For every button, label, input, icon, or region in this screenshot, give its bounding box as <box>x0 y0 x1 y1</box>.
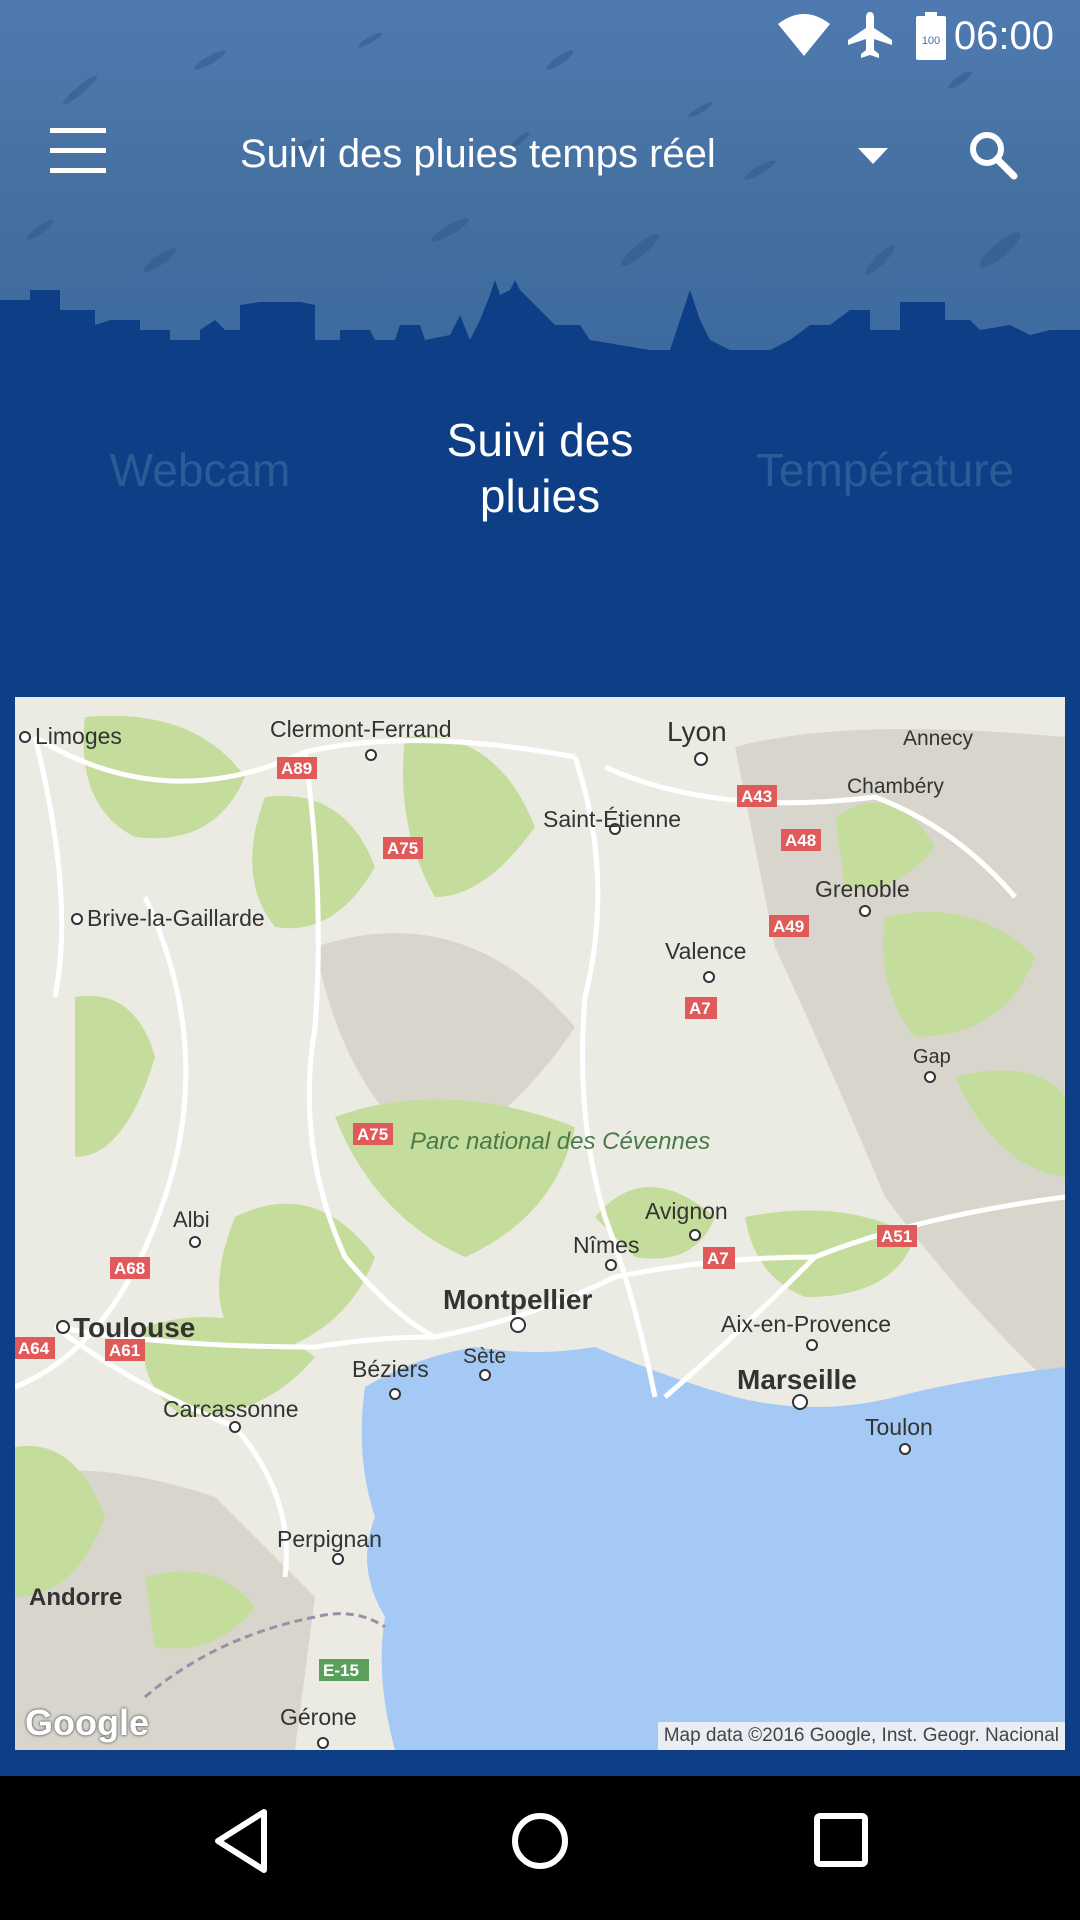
city-skyline <box>0 280 1080 390</box>
map-canvas[interactable]: A89 A43 A75 A48 A49 A7 A75 A68 A7 A51 A6… <box>15 697 1065 1750</box>
tab-webcam[interactable]: Webcam <box>60 442 340 498</box>
tab-suivi-des-pluies[interactable]: Suivi des pluies <box>390 412 690 524</box>
dropdown-arrow-icon[interactable] <box>858 148 888 166</box>
city-label: Limoges <box>35 723 122 749</box>
city-label: Albi <box>173 1207 210 1232</box>
svg-text:E-15: E-15 <box>323 1661 359 1680</box>
svg-text:A64: A64 <box>18 1339 50 1358</box>
svg-text:A43: A43 <box>741 787 772 806</box>
city-label: Gérone <box>280 1704 357 1730</box>
wifi-icon <box>778 14 830 56</box>
airplane-mode-icon <box>848 12 892 58</box>
city-label: Carcassonne <box>163 1396 299 1422</box>
svg-text:A48: A48 <box>785 831 816 850</box>
city-label: Montpellier <box>443 1284 592 1315</box>
home-icon[interactable] <box>510 1806 570 1876</box>
city-label: Aix-en-Provence <box>721 1311 891 1337</box>
city-label: Toulouse <box>73 1312 195 1343</box>
clock: 06:00 <box>953 14 1054 58</box>
recents-icon[interactable] <box>812 1806 872 1876</box>
svg-text:A61: A61 <box>109 1341 140 1360</box>
toolbar: Suivi des pluies temps réel <box>0 100 1080 212</box>
tab-bar: Webcam Suivi des pluies Température <box>0 390 1080 560</box>
city-label: Annecy <box>903 727 974 750</box>
city-label: Chambéry <box>847 775 944 798</box>
svg-text:A7: A7 <box>689 999 711 1018</box>
city-label: Brive-la-Gaillarde <box>87 905 265 931</box>
google-logo: Google <box>25 1702 149 1743</box>
city-label: Gap <box>913 1046 951 1068</box>
city-label: Lyon <box>667 716 727 747</box>
city-label: Béziers <box>352 1356 429 1382</box>
city-label: Clermont-Ferrand <box>270 716 452 742</box>
navigation-bar <box>0 1776 1080 1920</box>
map-attribution[interactable]: Map data ©2016 Google, Inst. Geogr. Naci… <box>657 1722 1065 1750</box>
city-label: Andorre <box>29 1584 122 1611</box>
city-label: Marseille <box>737 1364 857 1395</box>
city-label: Grenoble <box>815 876 910 902</box>
tab-label-line-1: Suivi des <box>446 414 634 466</box>
svg-text:A49: A49 <box>773 917 804 936</box>
search-icon[interactable] <box>968 130 1018 180</box>
city-label: Saint-Étienne <box>543 806 681 832</box>
tab-label-line-2: pluies <box>479 470 601 522</box>
city-label: Avignon <box>645 1198 728 1224</box>
back-icon[interactable] <box>212 1806 272 1876</box>
svg-text:A51: A51 <box>881 1227 912 1246</box>
status-bar: 100 06:00 <box>0 0 1080 75</box>
city-label: Perpignan <box>277 1526 382 1552</box>
svg-text:A75: A75 <box>387 839 418 858</box>
city-label: Sète <box>463 1345 506 1368</box>
page-title[interactable]: Suivi des pluies temps réel <box>240 132 716 177</box>
city-label: Toulon <box>865 1414 933 1440</box>
svg-text:A89: A89 <box>281 759 312 778</box>
city-label: Nîmes <box>573 1232 639 1258</box>
svg-text:A75: A75 <box>357 1125 388 1144</box>
mediterranean-sea <box>361 1347 1065 1750</box>
svg-text:A68: A68 <box>114 1259 145 1278</box>
city-label: Valence <box>665 938 746 964</box>
menu-icon[interactable] <box>50 128 116 180</box>
svg-text:A7: A7 <box>707 1249 729 1268</box>
park-label: Parc national des Cévennes <box>410 1128 710 1155</box>
svg-text:100: 100 <box>922 35 940 47</box>
battery-icon: 100 <box>916 12 946 60</box>
rain-map[interactable]: A89 A43 A75 A48 A49 A7 A75 A68 A7 A51 A6… <box>15 697 1065 1750</box>
tab-temperature[interactable]: Température <box>720 442 1050 498</box>
